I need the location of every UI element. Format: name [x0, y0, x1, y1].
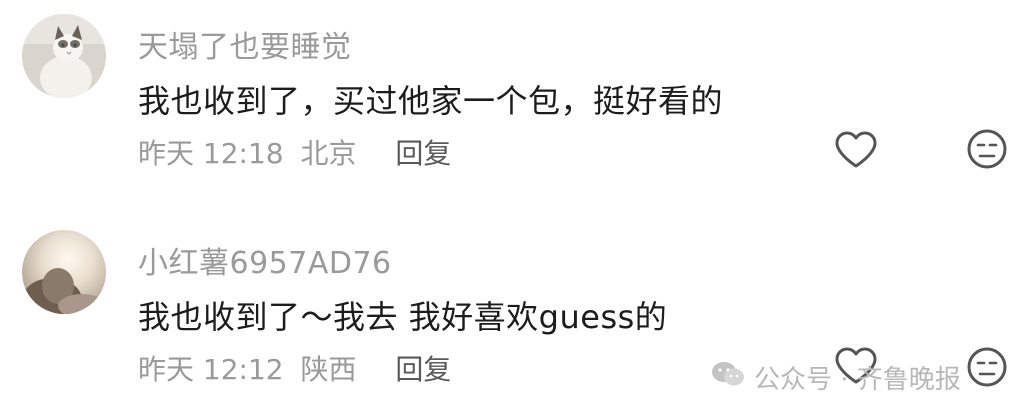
- photo-avatar-image: [22, 230, 106, 314]
- comment-time: 昨天 12:12: [138, 353, 284, 386]
- comment-location: 陕西: [300, 353, 357, 386]
- reply-button[interactable]: 回复: [395, 348, 451, 388]
- comment-meta: 昨天 12:12 陕西 回复: [138, 348, 451, 388]
- meh-face-icon[interactable]: [966, 346, 1008, 392]
- user-avatar[interactable]: [22, 230, 106, 314]
- comment-text: 我也收到了～我去 我好喜欢guess的: [138, 298, 668, 336]
- watermark: 公众号 · 齐鲁晚报: [710, 360, 961, 395]
- comment-username[interactable]: 小红薯6957AD76: [138, 238, 392, 282]
- watermark-text: 公众号 · 齐鲁晚报: [754, 364, 961, 395]
- comment-item: 小红薯6957AD76 我也收到了～我去 我好喜欢guess的 昨天 12:12…: [0, 0, 1012, 416]
- wechat-official-account-icon: [710, 360, 746, 395]
